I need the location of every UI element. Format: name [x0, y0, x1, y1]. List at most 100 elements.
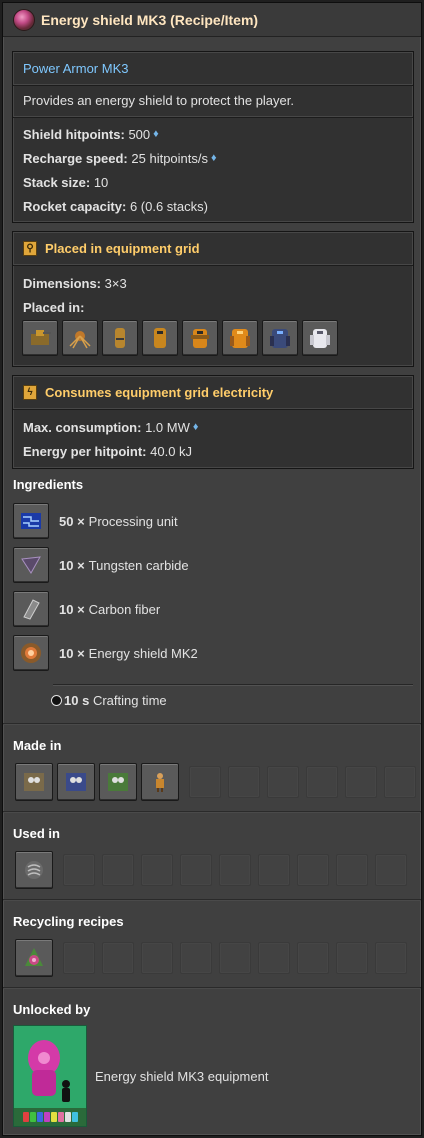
- modular-armor-icon[interactable]: [182, 320, 218, 356]
- max-consumption-label: Max. consumption:: [23, 419, 142, 435]
- tank-icon[interactable]: [22, 320, 58, 356]
- heavy-armor-icon[interactable]: [142, 320, 178, 356]
- placement-header: Placed in equipment grid: [45, 240, 200, 256]
- empty-slot: [180, 942, 212, 974]
- ingredient-quantity: 10 ×: [59, 601, 85, 617]
- empty-slot: [297, 854, 329, 886]
- placed-in-label: Placed in:: [23, 299, 85, 315]
- empty-slot: [228, 766, 260, 798]
- power-armor-mk3-link[interactable]: Power Armor MK3: [23, 61, 128, 76]
- equipment-grid-icon: ⚲: [23, 240, 37, 256]
- info-box: Power Armor MK3 Provides an energy shiel…: [12, 51, 414, 223]
- item-description: Provides an energy shield to protect the…: [23, 93, 294, 108]
- section-divider: [3, 899, 421, 901]
- dimensions-value: 3×3: [104, 275, 127, 291]
- science-packs-bar: [14, 1108, 86, 1126]
- empty-slot: [384, 766, 416, 798]
- power-armor-icon[interactable]: [222, 320, 258, 356]
- ingredient-row[interactable]: 50 × Processing unit: [13, 503, 178, 539]
- energy-per-hitpoint-label: Energy per hitpoint:: [23, 443, 147, 459]
- carbon-fiber-icon[interactable]: [13, 591, 49, 627]
- recycling-title: Recycling recipes: [13, 914, 124, 929]
- recipe-window: Energy shield MK3 (Recipe/Item) Power Ar…: [2, 2, 422, 1136]
- power-armor-mk2-icon[interactable]: [262, 320, 298, 356]
- empty-slot: [297, 942, 329, 974]
- made-in-list: [15, 763, 416, 801]
- info-diamond-icon[interactable]: ♦: [193, 421, 199, 433]
- assembling-machine-3-icon[interactable]: [99, 763, 137, 801]
- ingredient-name: Tungsten carbide: [88, 557, 189, 573]
- recycling-energy-shield-mk3-icon[interactable]: [15, 939, 53, 977]
- empty-slot: [306, 766, 338, 798]
- placement-box: ⚲ Placed in equipment grid Dimensions: 3…: [12, 231, 414, 367]
- stat-label: Rocket capacity:: [23, 198, 127, 214]
- stat-value: 25 hitpoints/s: [131, 150, 208, 166]
- crafting-time: 10 s Crafting time: [51, 690, 167, 710]
- dimensions-label: Dimensions:: [23, 275, 102, 291]
- max-consumption-value: 1.0 MW: [145, 419, 190, 435]
- technology-icon[interactable]: [13, 1025, 87, 1127]
- ingredient-row[interactable]: 10 × Carbon fiber: [13, 591, 160, 627]
- assembling-machine-2-icon[interactable]: [57, 763, 95, 801]
- stat-rocket-capacity: Rocket capacity: 6 (0.6 stacks): [13, 194, 413, 218]
- energy-per-hitpoint-value: 40.0 kJ: [150, 443, 193, 459]
- section-divider: [3, 987, 421, 989]
- info-diamond-icon[interactable]: ♦: [211, 152, 217, 164]
- assembling-machine-1-icon[interactable]: [15, 763, 53, 801]
- window-title: Energy shield MK3 (Recipe/Item): [41, 11, 259, 28]
- ingredient-row[interactable]: 10 × Energy shield MK2: [13, 635, 198, 671]
- empty-slot: [63, 854, 95, 886]
- stat-label: Recharge speed:: [23, 150, 128, 166]
- clock-icon: [51, 694, 62, 706]
- crafting-separator: [53, 684, 413, 685]
- unlocked-by-title: Unlocked by: [13, 1002, 91, 1017]
- empty-slot: [336, 942, 368, 974]
- ingredient-name: Processing unit: [88, 513, 178, 529]
- empty-slot: [267, 766, 299, 798]
- recycling-list: [15, 939, 407, 977]
- empty-slot: [345, 766, 377, 798]
- ingredient-quantity: 10 ×: [59, 557, 85, 573]
- empty-slot: [219, 854, 251, 886]
- empty-slot: [258, 854, 290, 886]
- electricity-header: Consumes equipment grid electricity: [45, 384, 274, 400]
- ingredient-row[interactable]: 10 × Tungsten carbide: [13, 547, 189, 583]
- used-in-list: [15, 851, 407, 889]
- stat-stack-size: Stack size: 10: [13, 170, 413, 194]
- energy-shield-mk2-icon[interactable]: [13, 635, 49, 671]
- processing-unit-icon[interactable]: [13, 503, 49, 539]
- ingredients-title: Ingredients: [13, 477, 84, 492]
- technology-row[interactable]: Energy shield MK3 equipment: [13, 1025, 268, 1127]
- character-icon[interactable]: [141, 763, 179, 801]
- section-divider: [3, 723, 421, 725]
- stat-shield-hitpoints: Shield hitpoints: 500 ♦: [13, 122, 413, 146]
- stat-recharge-speed: Recharge speed: 25 hitpoints/s ♦: [13, 146, 413, 170]
- stat-value: 10: [93, 174, 109, 190]
- stat-label: Shield hitpoints:: [23, 126, 125, 142]
- crafting-time-value: 10 s: [64, 692, 90, 708]
- info-diamond-icon[interactable]: ♦: [153, 128, 159, 140]
- empty-slot: [189, 766, 221, 798]
- spidertron-icon[interactable]: [62, 320, 98, 356]
- made-in-title: Made in: [13, 738, 62, 753]
- empty-slot: [336, 854, 368, 886]
- electricity-icon: ϟ: [23, 384, 37, 400]
- mech-armor-icon[interactable]: [15, 851, 53, 889]
- section-divider: [3, 811, 421, 813]
- light-armor-icon[interactable]: [102, 320, 138, 356]
- empty-slot: [375, 854, 407, 886]
- empty-slot: [258, 942, 290, 974]
- ingredient-quantity: 50 ×: [59, 513, 85, 529]
- stat-value: 500: [128, 126, 151, 142]
- used-in-title: Used in: [13, 826, 60, 841]
- tungsten-carbide-icon[interactable]: [13, 547, 49, 583]
- ingredient-name: Energy shield MK2: [88, 645, 198, 661]
- empty-slot: [180, 854, 212, 886]
- empty-slot: [141, 942, 173, 974]
- empty-slot: [102, 854, 134, 886]
- mech-armor-icon[interactable]: [302, 320, 338, 356]
- title-bar[interactable]: Energy shield MK3 (Recipe/Item): [3, 3, 421, 37]
- ingredient-name: Carbon fiber: [88, 601, 161, 617]
- stat-label: Stack size:: [23, 174, 91, 190]
- energy-shield-mk3-icon: [13, 8, 35, 31]
